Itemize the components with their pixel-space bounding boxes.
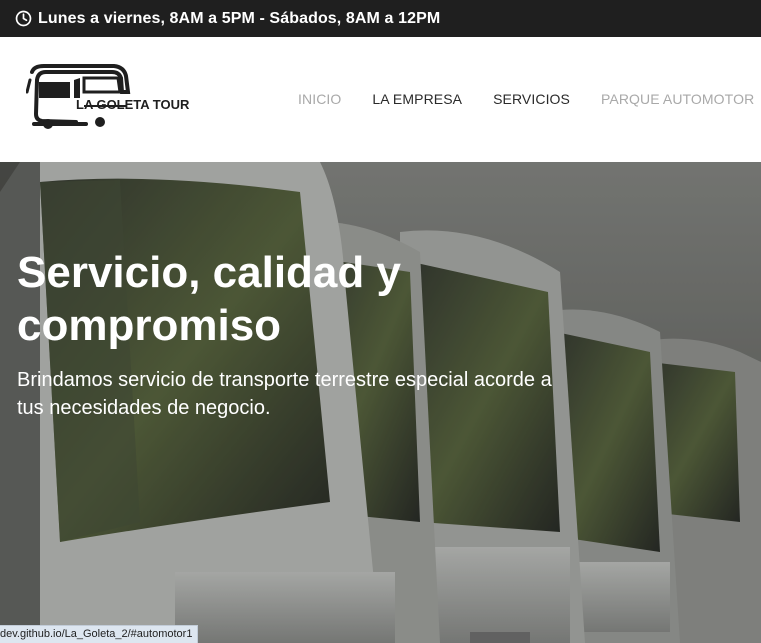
nav-parque-automotor[interactable]: PARQUE AUTOMOTOR [601,91,754,109]
clock-icon [15,10,32,27]
hero-subtitle: Brindamos servicio de transporte terrest… [17,369,552,419]
primary-nav: INICIO LA EMPRESA SERVICIOS PARQUE AUTOM… [298,91,761,109]
top-info-bar: Lunes a viernes, 8AM a 5PM - Sábados, 8A… [0,0,761,37]
hero-title: Servicio, calidad y compromiso [17,248,401,350]
business-hours: Lunes a viernes, 8AM a 5PM - Sábados, 8A… [38,9,441,27]
hero-banner: Servicio, calidad y compromiso Brindamos… [0,162,761,643]
browser-status-url: dev.github.io/La_Goleta_2/#automotor1 [0,625,199,643]
site-logo[interactable]: LA GOLETA TOUR [26,62,189,132]
nav-servicios[interactable]: SERVICIOS [493,91,570,109]
main-navbar: LA GOLETA TOUR INICIO LA EMPRESA SERVICI… [0,37,761,162]
logo-text: LA GOLETA TOUR [76,97,190,112]
nav-la-empresa[interactable]: LA EMPRESA [372,91,462,109]
nav-inicio[interactable]: INICIO [298,91,341,109]
